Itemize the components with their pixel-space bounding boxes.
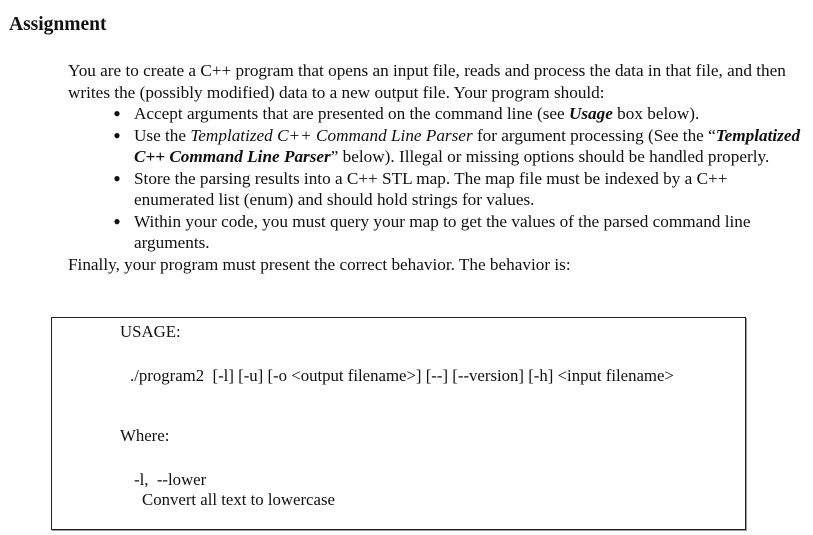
option-flag: -l, --lower bbox=[134, 470, 207, 489]
usage-reference: Usage bbox=[568, 104, 613, 123]
usage-title: USAGE: bbox=[120, 322, 181, 341]
requirement-text: Within your code, you must query your ma… bbox=[134, 211, 751, 253]
parser-name: Templatized C++ Command Line Parser bbox=[190, 125, 473, 145]
assignment-body: You are to create a C++ program that ope… bbox=[68, 60, 808, 275]
requirement-item: Use the Templatized C++ Command Line Par… bbox=[68, 125, 808, 168]
bullet-icon bbox=[110, 168, 124, 192]
requirement-text: Store the parsing results into a C++ STL… bbox=[134, 168, 728, 210]
bullet-icon bbox=[110, 125, 124, 149]
usage-command: ./program2 [-l] [-u] [-o <output filenam… bbox=[130, 366, 674, 385]
usage-box: USAGE: ./program2 [-l] [-u] [-o <output … bbox=[51, 317, 746, 530]
requirement-text: Use the Templatized C++ Command Line Par… bbox=[134, 125, 801, 167]
closing-paragraph: Finally, your program must present the c… bbox=[68, 254, 571, 274]
where-label: Where: bbox=[120, 426, 170, 445]
option-description: Convert all text to lowercase bbox=[142, 490, 335, 509]
requirement-item: Accept arguments that are presented on t… bbox=[68, 103, 808, 125]
requirement-text: Accept arguments that are presented on t… bbox=[134, 104, 700, 123]
requirement-item: Within your code, you must query your ma… bbox=[68, 211, 808, 254]
bullet-icon bbox=[110, 211, 124, 235]
intro-paragraph: You are to create a C++ program that ope… bbox=[68, 61, 786, 102]
section-heading: Assignment bbox=[9, 14, 107, 35]
requirement-item: Store the parsing results into a C++ STL… bbox=[68, 168, 808, 211]
requirements-list: Accept arguments that are presented on t… bbox=[68, 103, 808, 254]
